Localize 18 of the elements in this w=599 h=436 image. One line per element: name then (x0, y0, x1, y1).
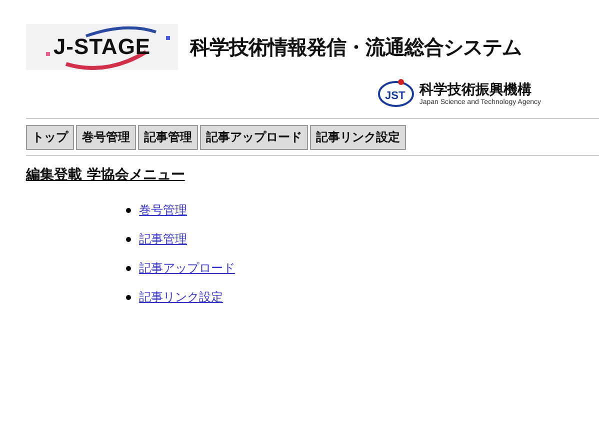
menu-link[interactable]: 記事アップロード (139, 260, 235, 277)
bullet-icon (126, 208, 131, 213)
nav-button[interactable]: トップ (26, 125, 74, 150)
bullet-icon (126, 266, 131, 271)
bullet-icon (126, 237, 131, 242)
system-title: 科学技術情報発信・流通総合システム (190, 34, 522, 61)
agency-logo: JST (377, 78, 416, 108)
bullet-icon (126, 295, 131, 300)
menu-link[interactable]: 記事リンク設定 (139, 289, 223, 306)
jstage-logo: J-STAGE (26, 24, 178, 70)
nav-button[interactable]: 記事管理 (138, 125, 198, 150)
nav-button[interactable]: 記事アップロード (200, 125, 308, 150)
agency-name: 科学技術振興機構 (419, 80, 532, 98)
menu-link[interactable]: 記事管理 (139, 231, 187, 248)
menu-heading: 編集登載 学協会メニュー (26, 166, 185, 184)
nav-button[interactable]: 記事リンク設定 (310, 125, 406, 150)
menu-link[interactable]: 巻号管理 (139, 202, 187, 219)
nav-button[interactable]: 巻号管理 (76, 125, 136, 150)
